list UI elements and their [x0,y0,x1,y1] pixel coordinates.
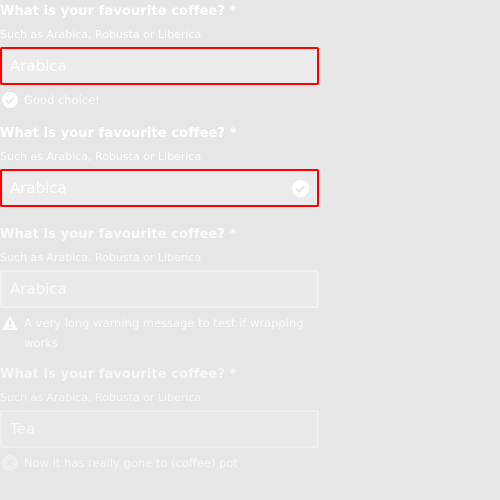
check-circle-icon [2,92,18,108]
coffee-input[interactable]: Arabica [0,169,319,207]
field-hint: Such as Arabica, Robusta or Liberica [0,150,202,163]
message-text: Good choice! [24,93,100,107]
warning-message: A very long warning message to test if w… [0,313,314,353]
input-value: Arabica [10,179,67,197]
warning-icon [2,315,18,330]
message-text: Now it has really gone to (coffee) pot [24,456,238,470]
coffee-field-1: What is your favourite coffee? * Such as… [0,2,320,110]
error-message: Now it has really gone to (coffee) pot [0,453,314,473]
field-hint: Such as Arabica, Robusta or Liberica [0,251,202,264]
field-hint: Such as Arabica, Robusta or Liberica [0,391,202,404]
input-value: Arabica [10,280,67,298]
coffee-field-2: What is your favourite coffee? * Such as… [0,124,320,207]
field-label: What is your favourite coffee? * [0,367,237,382]
success-message: Good choice! [0,90,314,110]
input-value: Arabica [10,57,67,75]
coffee-field-3: What is your favourite coffee? * Such as… [0,225,320,353]
field-label: What is your favourite coffee? * [0,4,237,19]
field-label: What is your favourite coffee? * [0,227,237,242]
error-circle-icon [2,455,18,471]
coffee-input[interactable]: Arabica [0,47,319,85]
field-label: What is your favourite coffee? * [0,126,237,141]
coffee-field-4: What is your favourite coffee? * Such as… [0,365,320,473]
coffee-input[interactable]: Arabica [0,270,319,308]
field-hint: Such as Arabica, Robusta or Liberica [0,28,202,41]
message-text: A very long warning message to test if w… [24,316,304,350]
check-circle-icon [292,180,309,197]
input-value: Tea [10,420,36,438]
coffee-input[interactable]: Tea [0,410,319,448]
